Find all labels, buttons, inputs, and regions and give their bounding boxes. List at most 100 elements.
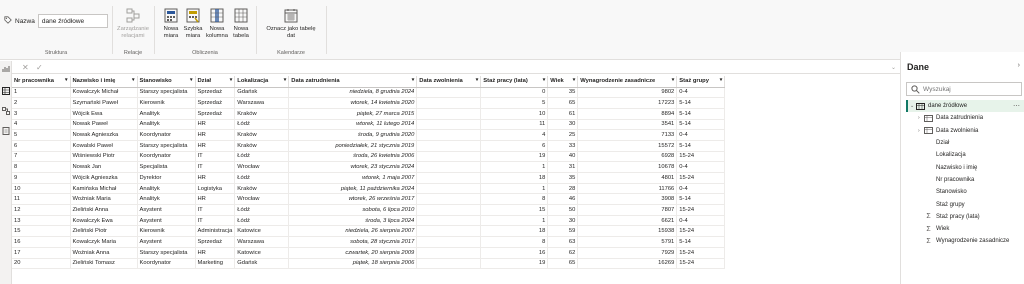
field-item[interactable]: Lokalizacja <box>906 149 1024 161</box>
table-cell[interactable]: Łódź <box>234 215 290 227</box>
table-node[interactable]: ⌄ dane źródłowe ⋯ <box>906 100 1024 113</box>
filter-dropdown-icon[interactable]: ▾ <box>720 77 723 83</box>
table-cell[interactable]: Sprzedaż <box>195 97 236 109</box>
more-options-icon[interactable]: ⋯ <box>1013 102 1020 110</box>
column-header[interactable]: Stanowisko ▾ <box>137 76 196 88</box>
table-cell[interactable]: 15-24 <box>676 247 726 259</box>
table-cell[interactable]: 12 <box>12 204 71 216</box>
table-cell[interactable]: Analityk <box>137 183 196 195</box>
table-cell[interactable]: 8 <box>480 193 549 206</box>
table-cell[interactable]: Asystent <box>137 204 196 216</box>
table-cell[interactable]: 1 <box>480 183 549 195</box>
table-cell[interactable]: Analityk <box>137 119 196 131</box>
table-cell[interactable]: 7929 <box>577 247 678 259</box>
table-cell[interactable]: 18 <box>480 172 549 184</box>
table-cell[interactable]: 25 <box>547 129 579 141</box>
table-cell[interactable]: wtorek, 11 lutego 2014 <box>288 119 418 131</box>
table-cell[interactable]: 17 <box>12 247 71 259</box>
dax-query-icon[interactable] <box>2 127 10 135</box>
table-cell[interactable]: 11 <box>12 193 71 206</box>
table-row[interactable]: 15 Zieliński Piotr Kierownik Administracja K… <box>12 225 726 238</box>
table-cell[interactable]: 5-14 <box>676 236 726 248</box>
table-cell[interactable]: Szymański Paweł <box>70 97 138 109</box>
table-cell[interactable] <box>416 215 482 227</box>
table-cell[interactable]: 33 <box>547 140 579 152</box>
table-cell[interactable]: Kraków <box>234 140 290 152</box>
table-cell[interactable]: 7807 <box>577 204 678 216</box>
table-cell[interactable]: 0-4 <box>676 183 726 195</box>
table-cell[interactable]: Analityk <box>137 193 196 206</box>
table-cell[interactable]: 65 <box>547 97 579 109</box>
field-item[interactable]: Stanowisko <box>906 186 1024 198</box>
table-cell[interactable]: Kraków <box>234 108 290 120</box>
table-cell[interactable]: Kierownik <box>137 97 196 109</box>
table-cell[interactable]: HR <box>195 193 236 206</box>
table-cell[interactable]: Kraków <box>234 129 290 141</box>
column-header[interactable]: Dział ▾ <box>195 76 236 88</box>
table-cell[interactable]: piątek, 11 października 2024 <box>288 183 418 195</box>
field-item[interactable]: Staż grupy <box>906 198 1024 210</box>
table-name-input[interactable] <box>37 14 108 28</box>
table-cell[interactable]: Koordynator <box>137 151 196 163</box>
table-cell[interactable]: 15-24 <box>676 258 726 270</box>
cancel-icon[interactable]: ✕ <box>22 63 29 72</box>
table-cell[interactable]: 61 <box>547 108 579 120</box>
table-cell[interactable]: Asystent <box>137 236 196 248</box>
table-cell[interactable]: 46 <box>547 193 579 206</box>
table-cell[interactable]: czwartek, 20 sierpnia 2009 <box>288 247 418 259</box>
table-cell[interactable]: 15-24 <box>676 204 726 216</box>
table-cell[interactable]: 65 <box>547 258 579 270</box>
table-cell[interactable]: 19 <box>480 258 549 270</box>
table-cell[interactable] <box>416 183 482 195</box>
field-item[interactable]: Σ Wiek <box>906 223 1024 235</box>
table-cell[interactable]: 19 <box>480 151 549 163</box>
table-cell[interactable]: Wrocław <box>234 193 290 206</box>
table-cell[interactable]: 1 <box>12 87 71 99</box>
table-cell[interactable]: Sprzedaż <box>195 87 236 99</box>
field-item[interactable]: Nazwisko i imię <box>906 161 1024 173</box>
table-cell[interactable]: 15938 <box>577 225 678 238</box>
table-cell[interactable]: 10 <box>12 183 71 195</box>
table-cell[interactable]: 1 <box>480 161 549 173</box>
table-cell[interactable]: 30 <box>547 215 579 227</box>
collapse-pane-icon[interactable]: › <box>1018 62 1020 69</box>
table-cell[interactable]: 8894 <box>577 108 678 120</box>
table-cell[interactable]: 7133 <box>577 129 678 141</box>
table-cell[interactable]: Analityk <box>137 108 196 120</box>
field-item[interactable]: Σ Wynagrodzenie zasadnicze <box>906 235 1024 247</box>
field-item[interactable]: › Data zwolnienia <box>906 125 1024 137</box>
table-row[interactable]: 16 Kowalczyk Maria Asystent Sprzedaż Warszaw… <box>12 236 726 248</box>
table-cell[interactable]: 9 <box>12 172 71 184</box>
table-cell[interactable]: 40 <box>547 151 579 163</box>
table-cell[interactable]: 0-4 <box>676 129 726 141</box>
table-cell[interactable]: Kowalczyk Ewa <box>70 215 138 227</box>
table-cell[interactable]: Wójcik Agnieszka <box>70 172 138 184</box>
table-cell[interactable]: środa, 3 lipca 2024 <box>288 215 418 227</box>
table-cell[interactable] <box>416 97 482 109</box>
table-cell[interactable]: Kowalski Paweł <box>70 140 138 152</box>
table-row[interactable]: 10 Kamińska Michał Analityk Logistyka Kraków… <box>12 183 726 195</box>
table-cell[interactable]: Sprzedaż <box>195 108 236 120</box>
table-cell[interactable]: Łódź <box>234 151 290 163</box>
table-cell[interactable]: 5-14 <box>676 193 726 206</box>
table-cell[interactable]: 4801 <box>577 172 678 184</box>
table-cell[interactable]: 15572 <box>577 140 678 152</box>
table-cell[interactable]: niedziela, 8 grudnia 2024 <box>288 87 418 99</box>
table-cell[interactable]: 0-4 <box>676 87 726 99</box>
table-cell[interactable]: 35 <box>547 172 579 184</box>
table-cell[interactable]: Gdańsk <box>234 87 290 99</box>
table-cell[interactable]: środa, 26 kwietnia 2006 <box>288 151 418 163</box>
field-item[interactable]: Nr pracownika <box>906 174 1024 186</box>
table-cell[interactable]: 11766 <box>577 183 678 195</box>
formula-bar[interactable]: ✕ ✓ ⌄ <box>12 61 900 74</box>
table-cell[interactable]: 9802 <box>577 87 678 99</box>
field-item[interactable]: › Data zatrudnienia <box>906 112 1024 124</box>
filter-dropdown-icon[interactable]: ▾ <box>543 77 546 83</box>
table-cell[interactable]: Wiśniewski Piotr <box>70 151 138 163</box>
table-cell[interactable]: 8 <box>480 236 549 248</box>
table-cell[interactable]: Starszy specjalista <box>137 247 196 259</box>
table-cell[interactable]: Katowice <box>234 247 290 259</box>
table-cell[interactable]: Łódź <box>234 172 290 184</box>
table-cell[interactable]: sobota, 28 stycznia 2017 <box>288 236 418 248</box>
table-cell[interactable]: Nowak Agnieszka <box>70 129 138 141</box>
